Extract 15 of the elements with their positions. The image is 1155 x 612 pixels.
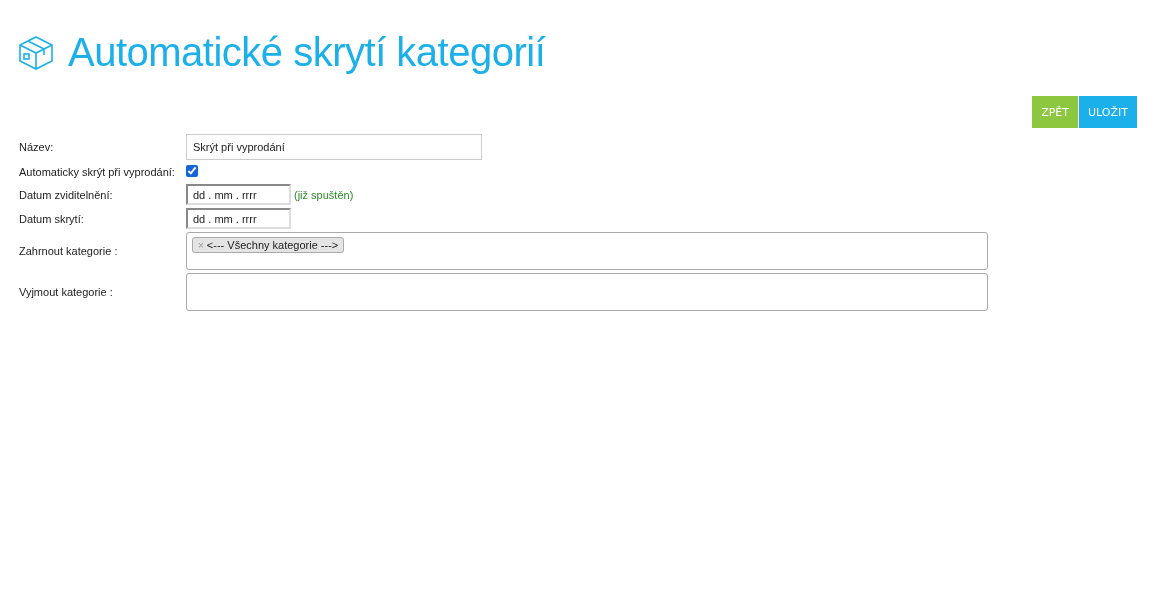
field-label: Automaticky skrýt při vyprodání: — [19, 166, 176, 178]
category-select[interactable]: × <--- Všechny kategorie ---> — [186, 232, 988, 270]
field-label: Vyjmout kategorie : — [19, 286, 114, 298]
field-label: Zahrnout kategorie : — [19, 245, 119, 257]
status-note: (již spuštěn) — [294, 188, 354, 201]
field-label: Datum skrytí: — [19, 212, 85, 225]
field-label: Název: — [19, 141, 55, 153]
field-label: Datum zviditelnění: — [19, 188, 114, 201]
date-field[interactable]: dd . mm . rrrr — [186, 184, 291, 205]
checkbox[interactable] — [186, 165, 198, 177]
box-icon — [18, 34, 54, 71]
tag-label: <--- Všechny kategorie ---> — [206, 239, 339, 251]
name-field[interactable]: Skrýt při vyprodání — [186, 134, 482, 160]
page-title: Automatické skrytí kategorií — [68, 30, 546, 75]
date-field[interactable]: dd . mm . rrrr — [186, 208, 291, 229]
